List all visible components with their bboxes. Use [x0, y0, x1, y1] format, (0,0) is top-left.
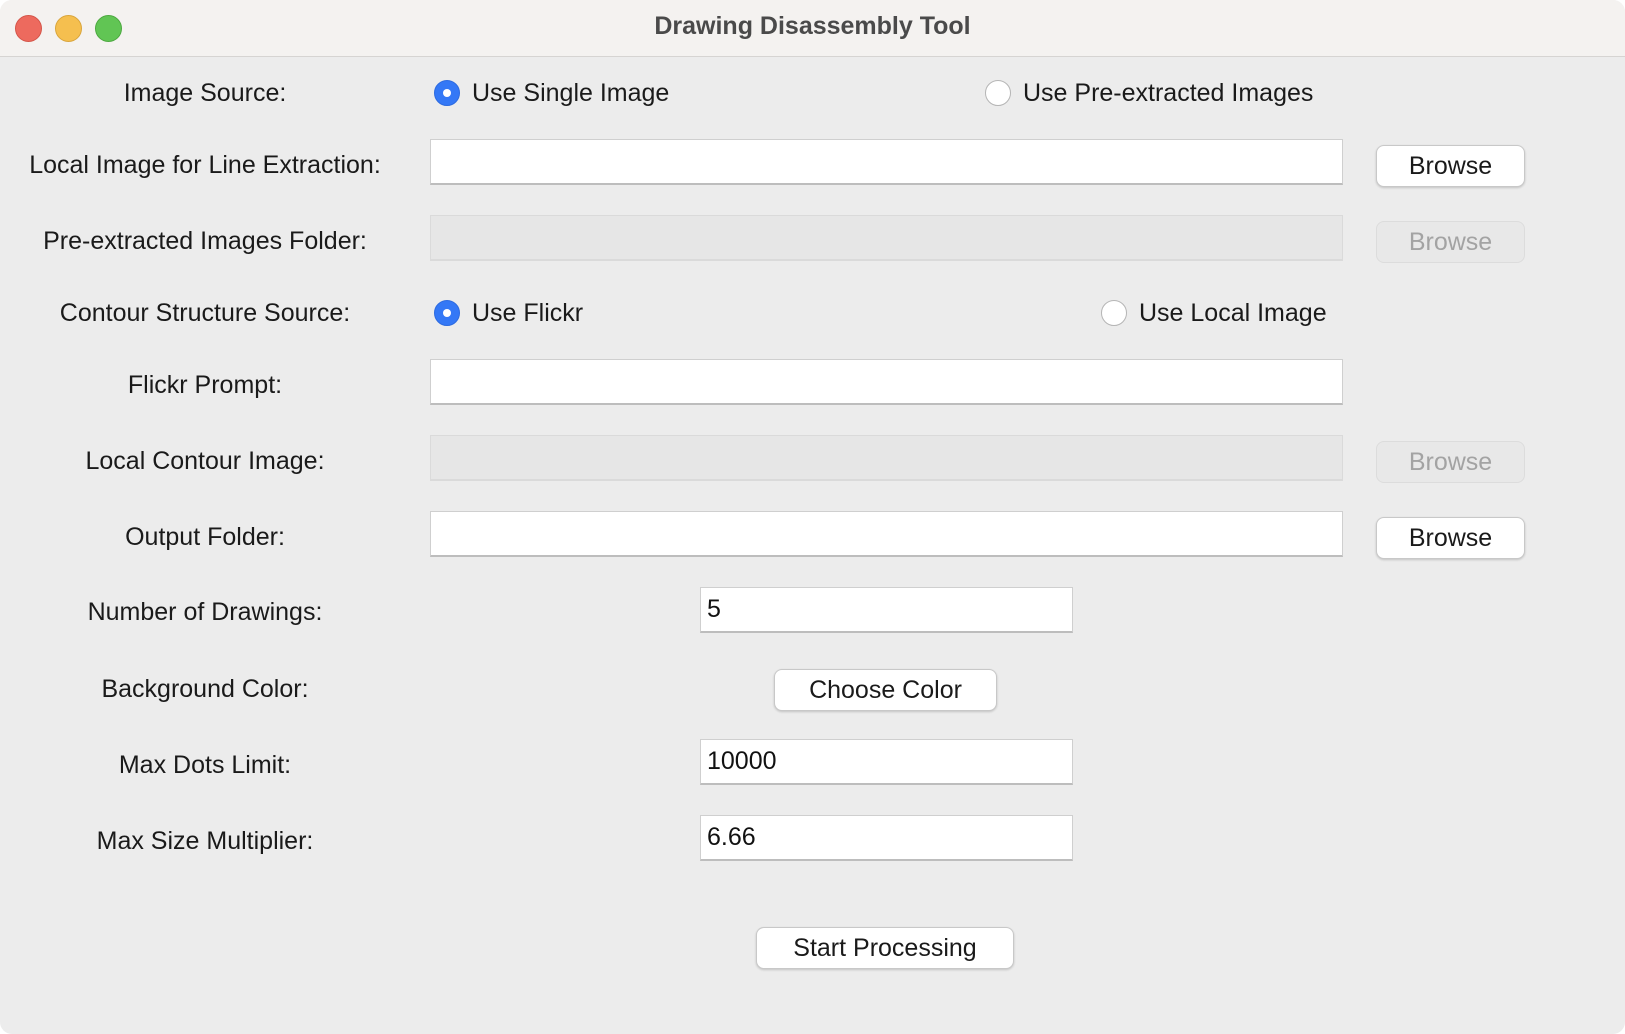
radio-selected-indicator [434, 300, 460, 326]
radio-use-pre-extracted-images-label: Use Pre-extracted Images [1023, 78, 1314, 107]
output-folder-input[interactable] [430, 511, 1343, 557]
output-folder-browse-button[interactable]: Browse [1376, 517, 1525, 559]
radio-unselected-indicator [1101, 300, 1127, 326]
max-dots-label: Max Dots Limit: [118, 751, 292, 779]
local-image-input[interactable] [430, 139, 1343, 185]
pre-extracted-folder-input[interactable] [430, 215, 1343, 261]
radio-use-single-image[interactable]: Use Single Image [434, 78, 669, 108]
flickr-prompt-label: Flickr Prompt: [127, 371, 283, 399]
local-image-label: Local Image for Line Extraction: [29, 151, 381, 179]
local-contour-label: Local Contour Image: [85, 447, 325, 475]
local-contour-input[interactable] [430, 435, 1343, 481]
num-drawings-label: Number of Drawings: [87, 598, 323, 626]
flickr-prompt-input[interactable] [430, 359, 1343, 405]
max-size-input[interactable]: 6.66 [700, 815, 1073, 861]
contour-source-label: Contour Structure Source: [59, 299, 351, 327]
app-window: Drawing Disassembly Tool Image Source: U… [0, 0, 1625, 1034]
local-contour-browse-button[interactable]: Browse [1376, 441, 1525, 483]
radio-use-flickr-label: Use Flickr [472, 298, 584, 327]
pre-extracted-folder-label: Pre-extracted Images Folder: [43, 227, 367, 255]
radio-use-single-image-label: Use Single Image [472, 78, 670, 107]
num-drawings-input[interactable]: 5 [700, 587, 1073, 633]
background-color-label: Background Color: [101, 675, 309, 703]
max-size-label: Max Size Multiplier: [96, 827, 314, 855]
window-title: Drawing Disassembly Tool [654, 12, 971, 40]
radio-use-local-image-label: Use Local Image [1139, 298, 1327, 327]
radio-use-flickr[interactable]: Use Flickr [434, 298, 583, 328]
radio-use-pre-extracted-images[interactable]: Use Pre-extracted Images [985, 78, 1313, 108]
output-folder-label: Output Folder: [125, 523, 285, 551]
image-source-label: Image Source: [123, 79, 287, 107]
max-dots-input[interactable]: 10000 [700, 739, 1073, 785]
choose-color-button[interactable]: Choose Color [774, 669, 997, 711]
local-image-browse-button[interactable]: Browse [1376, 145, 1525, 187]
radio-unselected-indicator [985, 80, 1011, 106]
title-bar: Drawing Disassembly Tool [0, 0, 1625, 57]
pre-extracted-folder-browse-button[interactable]: Browse [1376, 221, 1525, 263]
radio-selected-indicator [434, 80, 460, 106]
radio-use-local-image[interactable]: Use Local Image [1101, 298, 1327, 328]
start-processing-button[interactable]: Start Processing [756, 927, 1014, 969]
